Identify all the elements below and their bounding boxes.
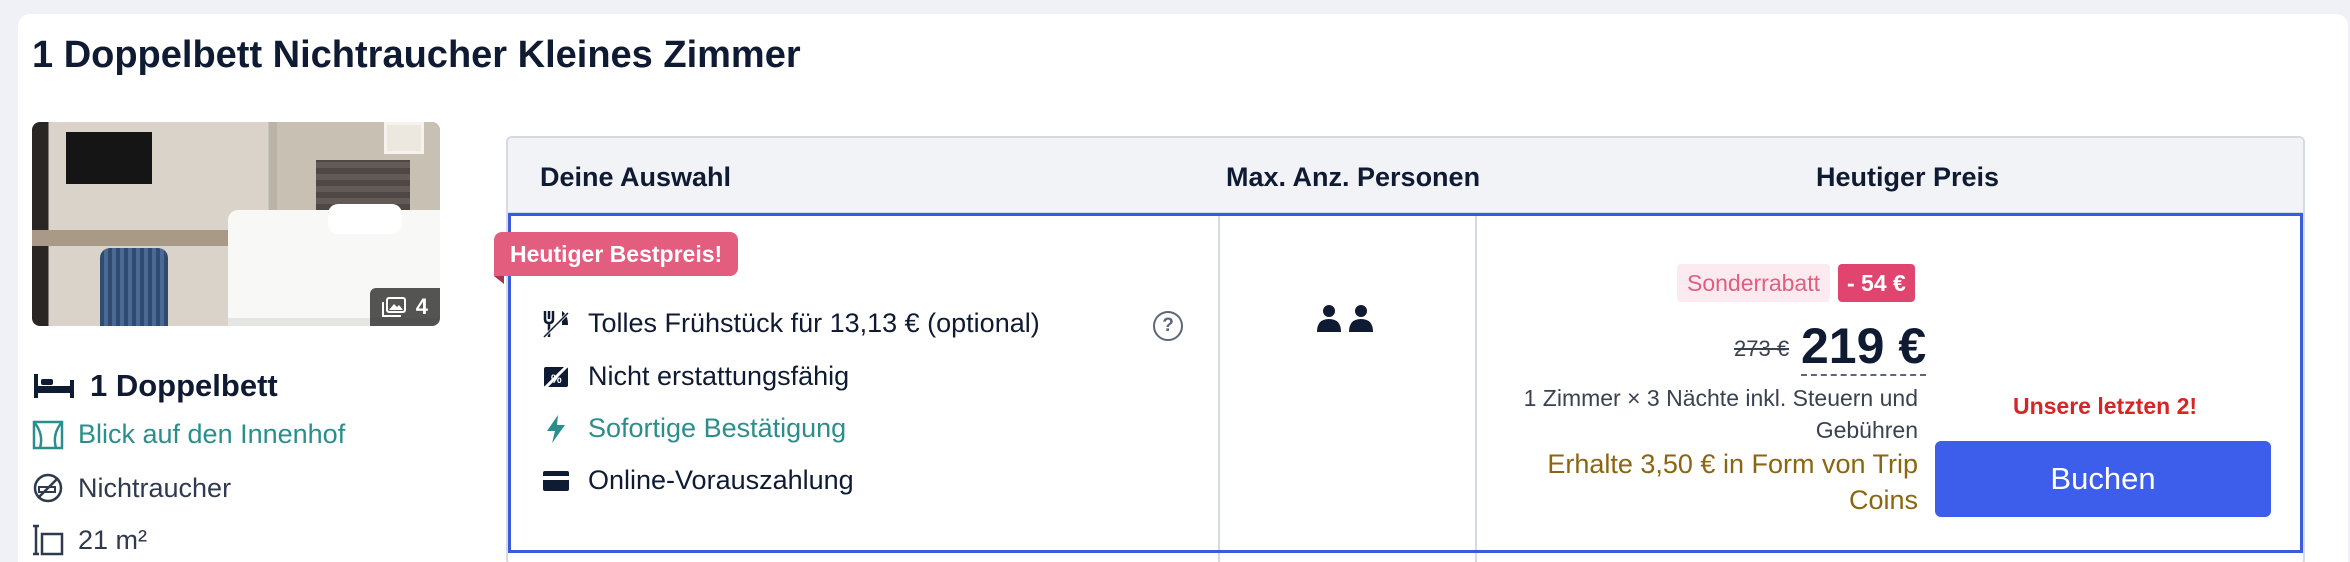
- discount-value: - 54 €: [1838, 264, 1915, 302]
- card-icon: [543, 470, 569, 491]
- feature-smoking: Nichtraucher: [32, 472, 231, 504]
- feature-size: 21 m²: [32, 524, 147, 556]
- availability-warning: Unsere letzten 2!: [2012, 393, 2198, 419]
- max-persons: [1316, 303, 1374, 333]
- price-note: 1 Zimmer × 3 Nächte inkl. Steuern und Ge…: [1523, 385, 1918, 443]
- trip-coins-note: Erhalte 3,50 € in Form von Trip Coins: [1547, 449, 1918, 515]
- option-label: Nicht erstattungsfähig: [588, 361, 850, 391]
- photo-count-badge[interactable]: 4: [369, 288, 440, 326]
- size-label: 21 m²: [78, 524, 148, 555]
- bed-label: 1 Doppelbett: [90, 368, 278, 403]
- option-breakfast: Tolles Frühstück für 13,13 € (optional): [542, 308, 1040, 339]
- smoking-label: Nichtraucher: [78, 472, 232, 503]
- person-icon: [1317, 305, 1341, 332]
- old-price: 273 €: [1734, 336, 1790, 361]
- feature-bed: 1 Doppelbett: [32, 368, 278, 404]
- no-refund-icon: %: [542, 363, 570, 390]
- bed-icon: [34, 374, 74, 398]
- book-button[interactable]: Buchen: [1935, 441, 2271, 517]
- best-price-tag: Heutiger Bestpreis!: [494, 232, 739, 284]
- option-label: Tolles Frühstück für 13,13 € (optional): [588, 308, 1040, 338]
- room-photo[interactable]: 4: [32, 122, 440, 326]
- window-view-icon: [32, 420, 64, 449]
- lightning-icon: [547, 414, 565, 443]
- room-size-icon: [33, 524, 64, 556]
- gallery-icon: [381, 297, 406, 317]
- svg-text:%: %: [551, 372, 562, 386]
- option-label: Sofortige Bestätigung: [588, 413, 847, 443]
- option-refund: % Nicht erstattungsfähig: [542, 361, 849, 392]
- header-price: Heutiger Preis: [1816, 162, 2000, 192]
- option-label: Online-Vorauszahlung: [588, 465, 854, 495]
- photo-count: 4: [415, 294, 428, 319]
- person-icon: [1349, 305, 1373, 332]
- view-label: Blick auf den Innenhof: [78, 419, 346, 449]
- no-smoking-icon: [33, 473, 63, 503]
- header-max-persons: Max. Anz. Personen: [1226, 162, 1481, 192]
- option-instant-confirmation: Sofortige Bestätigung: [542, 413, 846, 444]
- room-title: 1 Doppelbett Nichtraucher Kleines Zimmer: [32, 34, 801, 76]
- header-selection: Deine Auswahl: [540, 162, 732, 192]
- cutlery-icon: [542, 310, 570, 338]
- feature-view[interactable]: Blick auf den Innenhof: [32, 419, 345, 450]
- current-price[interactable]: 219 €: [1801, 318, 1927, 376]
- table-header: Deine Auswahl Max. Anz. Personen Heutige…: [508, 138, 2303, 214]
- discount-label: Sonderrabatt: [1677, 264, 1830, 302]
- help-icon[interactable]: ?: [1153, 311, 1183, 341]
- option-prepayment: Online-Vorauszahlung: [542, 465, 854, 496]
